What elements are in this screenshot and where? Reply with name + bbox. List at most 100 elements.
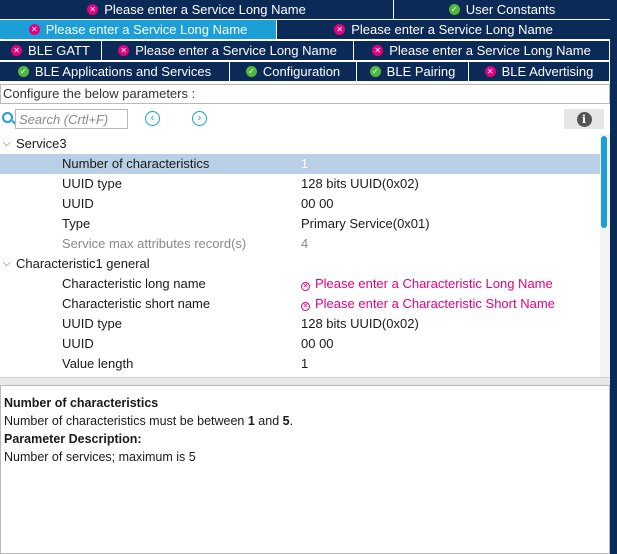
search-toolbar: ‹ › i xyxy=(0,108,610,132)
check-icon: ✓ xyxy=(17,66,29,77)
param-value: Please enter a Characteristic Long Name xyxy=(315,276,553,291)
tab-label: Please enter a Service Long Name xyxy=(389,43,591,58)
param-value: Please enter a Characteristic Short Name xyxy=(315,296,555,311)
tab-service-long-name-2[interactable]: ✕ Please enter a Service Long Name xyxy=(277,20,610,39)
chevron-down-icon[interactable]: ⌵ xyxy=(3,134,11,154)
tab-ble-applications[interactable]: ✓ BLE Applications and Services xyxy=(0,62,229,81)
group-label: Service3 xyxy=(16,136,67,151)
description-pane: Number of characteristics Number of char… xyxy=(0,385,610,554)
param-value[interactable]: 00 00 xyxy=(301,334,334,354)
vertical-scrollbar[interactable] xyxy=(600,134,610,377)
param-value: 4 xyxy=(301,236,309,251)
tab-label: Please enter a Service Long Name xyxy=(351,22,553,37)
param-name: UUID xyxy=(62,336,94,351)
param-name: Characteristic long name xyxy=(62,276,206,291)
param-row[interactable]: Characteristic short name ✕ Please enter … xyxy=(0,294,600,314)
tab-row-2: ✕ Please enter a Service Long Name ✕ Ple… xyxy=(0,20,610,39)
check-icon: ✓ xyxy=(245,66,257,77)
param-row: Service max attributes record(s) 4 xyxy=(0,234,600,254)
param-row[interactable]: UUID 00 00 xyxy=(0,334,600,354)
search-icon xyxy=(2,112,13,123)
tab-row-4: ✓ BLE Applications and Services ✓ Config… xyxy=(0,62,609,81)
tab-label: Please enter a Service Long Name xyxy=(135,43,337,58)
param-row[interactable]: Characteristic long name ✕ Please enter a… xyxy=(0,274,600,294)
tab-label: BLE Applications and Services xyxy=(34,64,212,79)
param-value[interactable]: 1 xyxy=(301,354,308,374)
error-icon: ✕ xyxy=(87,4,99,15)
config-header: Configure the below parameters : xyxy=(0,84,610,104)
tab-user-constants[interactable]: ✓ User Constants xyxy=(394,0,610,19)
param-value-error[interactable]: ✕ Please enter a Characteristic Short Nam… xyxy=(301,294,555,314)
constraint-max: 5 xyxy=(282,414,290,428)
param-value[interactable]: 00 00 xyxy=(301,194,334,214)
param-value[interactable]: 128 bits UUID(0x02) xyxy=(301,174,419,194)
error-icon: ✕ xyxy=(484,66,496,77)
param-row[interactable]: Type Primary Service(0x01) xyxy=(0,214,600,234)
param-name: Service max attributes record(s) xyxy=(62,236,247,251)
tab-ble-gatt[interactable]: ✕ BLE GATT xyxy=(0,41,101,60)
param-name: UUID xyxy=(62,196,94,211)
info-button[interactable]: i xyxy=(564,109,604,129)
param-row[interactable]: Value length 1 xyxy=(0,354,600,374)
group-characteristic1[interactable]: ⌵ Characteristic1 general xyxy=(0,254,600,274)
tab-service-long-name-4[interactable]: ✕ Please enter a Service Long Name xyxy=(354,41,609,60)
parameter-tree: ⌵ Service3 Number of characteristics 1 U… xyxy=(0,134,600,377)
tab-label: Configuration xyxy=(262,64,341,79)
param-name: Number of characteristics xyxy=(62,156,210,171)
constraint-and: and xyxy=(254,414,283,428)
search-input[interactable] xyxy=(15,109,128,129)
tab-ble-advertising[interactable]: ✕ BLE Advertising xyxy=(469,62,609,81)
window-edge xyxy=(610,0,617,554)
error-icon: ✕ xyxy=(301,282,310,291)
constraint-min: 1 xyxy=(247,414,255,428)
chevron-down-icon[interactable]: ⌵ xyxy=(3,254,11,274)
description-title: Number of characteristics xyxy=(4,396,159,410)
param-value-error[interactable]: ✕ Please enter a Characteristic Long Name xyxy=(301,274,553,294)
group-label: Characteristic1 general xyxy=(16,256,150,271)
tab-service-long-name-1[interactable]: ✕ Please enter a Service Long Name xyxy=(0,0,393,19)
tab-label: User Constants xyxy=(465,2,556,17)
param-value[interactable]: Primary Service(0x01) xyxy=(301,214,430,234)
param-name: Value length xyxy=(62,356,134,371)
constraint-end: . xyxy=(289,414,294,428)
error-icon: ✕ xyxy=(301,302,310,311)
tab-label: Please enter a Service Long Name xyxy=(45,22,248,37)
chevron-right-icon[interactable]: › xyxy=(192,111,207,126)
tab-label: Please enter a Service Long Name xyxy=(104,2,306,17)
tab-ble-pairing[interactable]: ✓ BLE Pairing xyxy=(357,62,468,81)
chevron-left-icon[interactable]: ‹ xyxy=(145,111,160,126)
scrollbar-thumb[interactable] xyxy=(601,136,607,228)
param-row[interactable]: Number of characteristics 1 xyxy=(0,154,600,174)
tab-strip: ✕ Please enter a Service Long Name ✓ Use… xyxy=(0,0,610,82)
param-row[interactable]: UUID type 128 bits UUID(0x02) xyxy=(0,174,600,194)
param-value[interactable]: 128 bits UUID(0x02) xyxy=(301,314,419,334)
error-icon: ✕ xyxy=(372,45,384,56)
param-name: Type xyxy=(62,216,91,231)
tab-service-long-name-active[interactable]: ✕ Please enter a Service Long Name xyxy=(0,20,276,39)
param-description-heading: Parameter Description: xyxy=(4,432,142,446)
error-icon: ✕ xyxy=(334,24,346,35)
group-service3[interactable]: ⌵ Service3 xyxy=(0,134,600,154)
param-row[interactable]: UUID type 128 bits UUID(0x02) xyxy=(0,314,600,334)
tab-configuration[interactable]: ✓ Configuration xyxy=(230,62,356,81)
description-constraint: Number of characteristics must be betwee… xyxy=(4,412,606,430)
param-name: UUID type xyxy=(62,176,122,191)
error-icon: ✕ xyxy=(28,24,40,35)
param-description-text: Number of services; maximum is 5 xyxy=(4,450,196,464)
check-icon: ✓ xyxy=(448,4,460,15)
check-icon: ✓ xyxy=(369,66,381,77)
tab-service-long-name-3[interactable]: ✕ Please enter a Service Long Name xyxy=(102,41,353,60)
pane-splitter[interactable] xyxy=(0,377,610,385)
param-value[interactable]: 1 xyxy=(301,154,308,174)
info-icon: i xyxy=(576,111,592,127)
error-icon: ✕ xyxy=(11,45,23,56)
tab-label: BLE Pairing xyxy=(386,64,456,79)
param-name: UUID type xyxy=(62,316,122,331)
error-icon: ✕ xyxy=(118,45,130,56)
tab-label: BLE Advertising xyxy=(501,64,594,79)
tab-row-3: ✕ BLE GATT ✕ Please enter a Service Long… xyxy=(0,41,609,60)
param-name: Characteristic short name xyxy=(62,296,211,311)
tab-label: BLE GATT xyxy=(28,43,90,58)
param-row[interactable]: UUID 00 00 xyxy=(0,194,600,214)
tab-row-1: ✕ Please enter a Service Long Name ✓ Use… xyxy=(0,0,610,19)
